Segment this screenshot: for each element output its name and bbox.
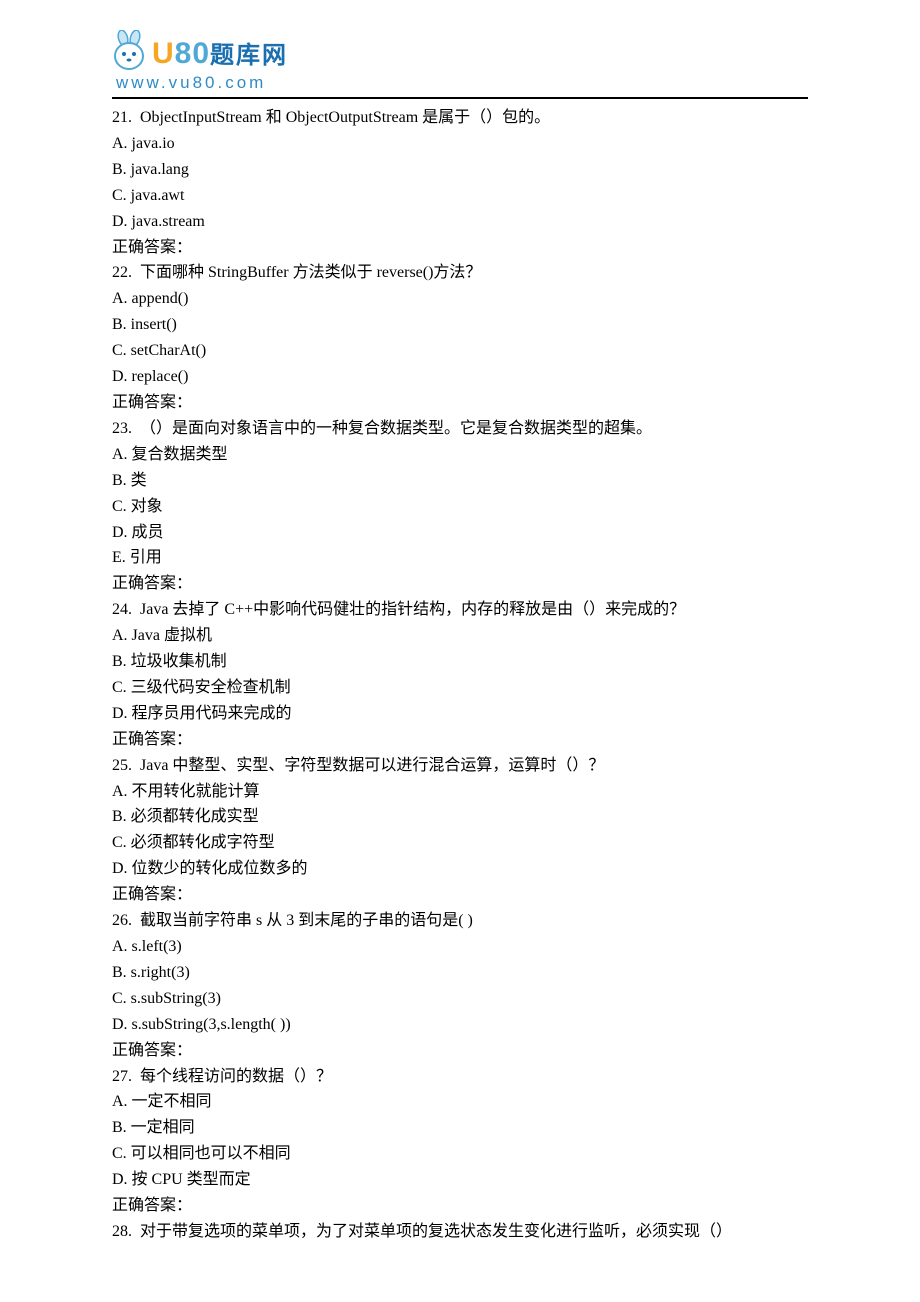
question-option: C. s.subString(3) bbox=[112, 986, 808, 1012]
site-logo: U80题库网 www.vu80.com bbox=[112, 30, 808, 93]
correct-answer-label: 正确答案： bbox=[112, 390, 808, 416]
question-stem: 27. 每个线程访问的数据（）？ bbox=[112, 1064, 808, 1090]
question-number: 28. bbox=[112, 1223, 132, 1240]
question-option: B. s.right(3) bbox=[112, 960, 808, 986]
question-stem: 23. （）是面向对象语言中的一种复合数据类型。它是复合数据类型的超集。 bbox=[112, 416, 808, 442]
question-stem: 24. Java 去掉了 C++中影响代码健壮的指针结构，内存的释放是由（）来完成… bbox=[112, 597, 808, 623]
correct-answer-label: 正确答案： bbox=[112, 1193, 808, 1219]
question-text: 下面哪种 StringBuffer 方法类似于 reverse()方法？ bbox=[140, 264, 481, 281]
question-text: 每个线程访问的数据（）？ bbox=[140, 1068, 332, 1085]
question-number: 27. bbox=[112, 1068, 132, 1085]
correct-answer-label: 正确答案： bbox=[112, 882, 808, 908]
question-text: ObjectInputStream 和 ObjectOutputStream 是… bbox=[140, 109, 550, 126]
question-option: C. java.awt bbox=[112, 183, 808, 209]
question-option: C. setCharAt() bbox=[112, 338, 808, 364]
question-option: B. 垃圾收集机制 bbox=[112, 649, 808, 675]
question-option: B. insert() bbox=[112, 312, 808, 338]
question-option: A. 一定不相同 bbox=[112, 1089, 808, 1115]
question-option: C. 三级代码安全检查机制 bbox=[112, 675, 808, 701]
logo-url: www.vu80.com bbox=[116, 73, 808, 93]
question-option: E. 引用 bbox=[112, 545, 808, 571]
question-option: D. 按 CPU 类型而定 bbox=[112, 1167, 808, 1193]
question-number: 21. bbox=[112, 109, 132, 126]
question-text: Java 去掉了 C++中影响代码健壮的指针结构，内存的释放是由（）来完成的？ bbox=[140, 601, 685, 618]
question-stem: 22. 下面哪种 StringBuffer 方法类似于 reverse()方法？ bbox=[112, 260, 808, 286]
correct-answer-label: 正确答案： bbox=[112, 571, 808, 597]
question-option: D. s.subString(3,s.length( )) bbox=[112, 1012, 808, 1038]
question-text: Java 中整型、实型、字符型数据可以进行混合运算，运算时（）？ bbox=[140, 757, 604, 774]
question-text: 截取当前字符串 s 从 3 到末尾的子串的语句是( ) bbox=[140, 912, 473, 929]
question-option: B. 一定相同 bbox=[112, 1115, 808, 1141]
question-number: 24. bbox=[112, 601, 132, 618]
question-stem: 26. 截取当前字符串 s 从 3 到末尾的子串的语句是( ) bbox=[112, 908, 808, 934]
question-option: D. replace() bbox=[112, 364, 808, 390]
question-option: A. java.io bbox=[112, 131, 808, 157]
question-option: A. s.left(3) bbox=[112, 934, 808, 960]
bunny-icon bbox=[112, 30, 148, 75]
question-stem: 28. 对于带复选项的菜单项，为了对菜单项的复选状态发生变化进行监听，必须实现（） bbox=[112, 1219, 808, 1245]
question-number: 26. bbox=[112, 912, 132, 929]
question-option: D. 程序员用代码来完成的 bbox=[112, 701, 808, 727]
document-content: 21. ObjectInputStream 和 ObjectOutputStrea… bbox=[112, 105, 808, 1245]
correct-answer-label: 正确答案： bbox=[112, 727, 808, 753]
question-option: D. java.stream bbox=[112, 209, 808, 235]
question-number: 25. bbox=[112, 757, 132, 774]
question-option: D. 位数少的转化成位数多的 bbox=[112, 856, 808, 882]
correct-answer-label: 正确答案： bbox=[112, 1038, 808, 1064]
question-option: C. 可以相同也可以不相同 bbox=[112, 1141, 808, 1167]
question-number: 22. bbox=[112, 264, 132, 281]
question-stem: 21. ObjectInputStream 和 ObjectOutputStrea… bbox=[112, 105, 808, 131]
question-number: 23. bbox=[112, 420, 132, 437]
header-divider bbox=[112, 97, 808, 99]
question-option: A. 不用转化就能计算 bbox=[112, 779, 808, 805]
correct-answer-label: 正确答案： bbox=[112, 235, 808, 261]
question-option: B. 必须都转化成实型 bbox=[112, 804, 808, 830]
question-option: D. 成员 bbox=[112, 520, 808, 546]
question-option: C. 必须都转化成字符型 bbox=[112, 830, 808, 856]
logo-brand-text: U80题库网 bbox=[152, 35, 288, 71]
question-option: A. 复合数据类型 bbox=[112, 442, 808, 468]
question-text: 对于带复选项的菜单项，为了对菜单项的复选状态发生变化进行监听，必须实现（） bbox=[140, 1223, 732, 1240]
question-option: C. 对象 bbox=[112, 494, 808, 520]
question-option: B. java.lang bbox=[112, 157, 808, 183]
question-option: A. append() bbox=[112, 286, 808, 312]
question-stem: 25. Java 中整型、实型、字符型数据可以进行混合运算，运算时（）？ bbox=[112, 753, 808, 779]
question-option: A. Java 虚拟机 bbox=[112, 623, 808, 649]
question-option: B. 类 bbox=[112, 468, 808, 494]
question-text: （）是面向对象语言中的一种复合数据类型。它是复合数据类型的超集。 bbox=[140, 420, 652, 437]
